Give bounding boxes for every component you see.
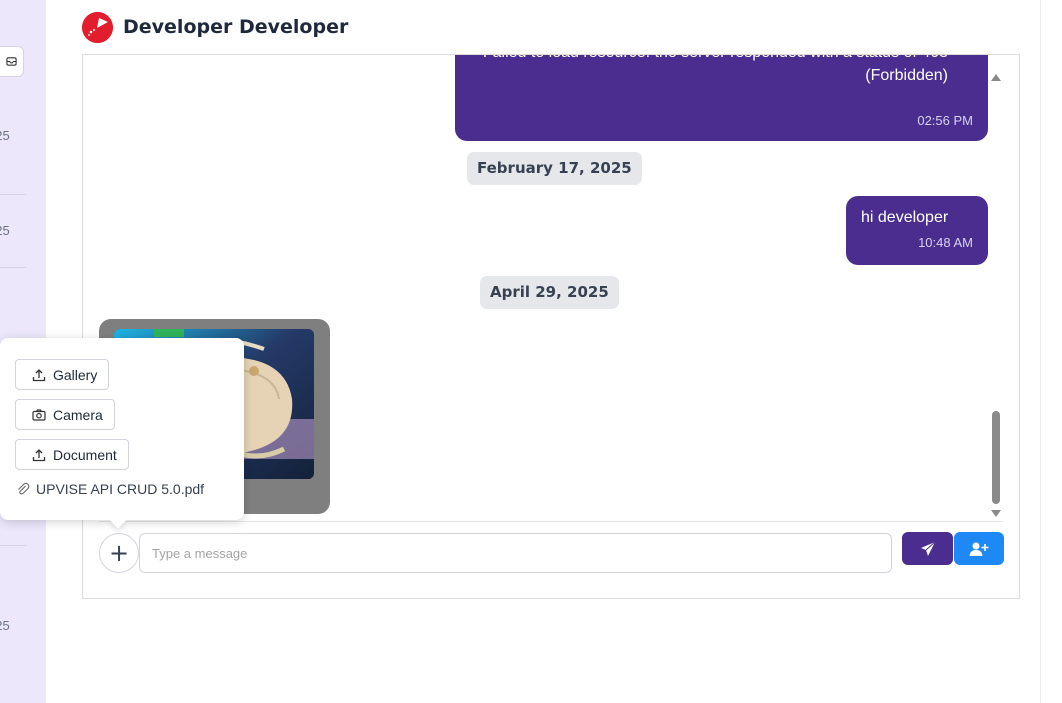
divider	[0, 267, 26, 268]
user-plus-icon	[969, 542, 989, 556]
camera-button[interactable]: Camera	[15, 399, 115, 430]
add-user-button[interactable]	[954, 532, 1004, 565]
message-time: 02:56 PM	[917, 113, 973, 128]
sidebar-inbox-button[interactable]	[0, 46, 24, 77]
inbox-icon	[6, 57, 17, 66]
attached-file-name: UPVISE API CRUD 5.0.pdf	[36, 481, 205, 497]
message-time: 10:48 AM	[918, 235, 973, 250]
sidebar-item-date: 025	[0, 223, 10, 238]
chat-header: Developer Developer	[82, 10, 348, 44]
sidebar-item-date: 025	[0, 618, 10, 633]
send-button[interactable]	[902, 532, 953, 565]
attach-menu-popover: Gallery Camera Document UPVISE API CRUD …	[0, 338, 244, 529]
contact-name: Developer Developer	[123, 16, 349, 38]
date-divider: February 17, 2025	[467, 152, 642, 185]
avatar[interactable]	[82, 11, 113, 43]
divider	[99, 521, 1003, 522]
upload-icon	[32, 368, 46, 381]
paper-plane-icon	[920, 541, 935, 556]
message-text-line: Failed to load resource: the server resp…	[458, 55, 948, 64]
gallery-label: Gallery	[53, 366, 98, 383]
upload-icon	[32, 448, 46, 461]
message-text: hi developer	[861, 209, 949, 226]
message-text-line: (Forbidden)	[865, 67, 948, 84]
camera-label: Camera	[53, 406, 103, 423]
gallery-button[interactable]: Gallery	[15, 359, 110, 390]
logo-icon	[82, 11, 113, 43]
outgoing-message: Failed to load resource: the server resp…	[455, 55, 988, 141]
scrollbar-thumb[interactable]	[992, 411, 1000, 504]
message-scrollbar[interactable]	[989, 71, 1003, 519]
page-scroll-gutter	[1040, 0, 1062, 703]
attach-button[interactable]: +	[99, 533, 139, 573]
document-label: Document	[53, 446, 117, 463]
document-button[interactable]: Document	[15, 439, 129, 470]
outgoing-message: hi developer 10:48 AM	[846, 196, 988, 265]
scroll-down-arrow-icon[interactable]	[991, 510, 1001, 517]
sidebar-item-date: 025	[0, 128, 10, 143]
scroll-up-arrow-icon[interactable]	[991, 74, 1001, 81]
message-text: Failed to load resource: the server resp…	[458, 55, 948, 87]
date-divider: April 29, 2025	[480, 276, 619, 309]
message-input[interactable]	[139, 533, 892, 573]
attached-file-item[interactable]: UPVISE API CRUD 5.0.pdf	[16, 481, 204, 497]
divider	[0, 194, 26, 195]
paperclip-icon	[18, 482, 30, 495]
camera-icon	[32, 408, 46, 421]
divider	[0, 545, 26, 546]
